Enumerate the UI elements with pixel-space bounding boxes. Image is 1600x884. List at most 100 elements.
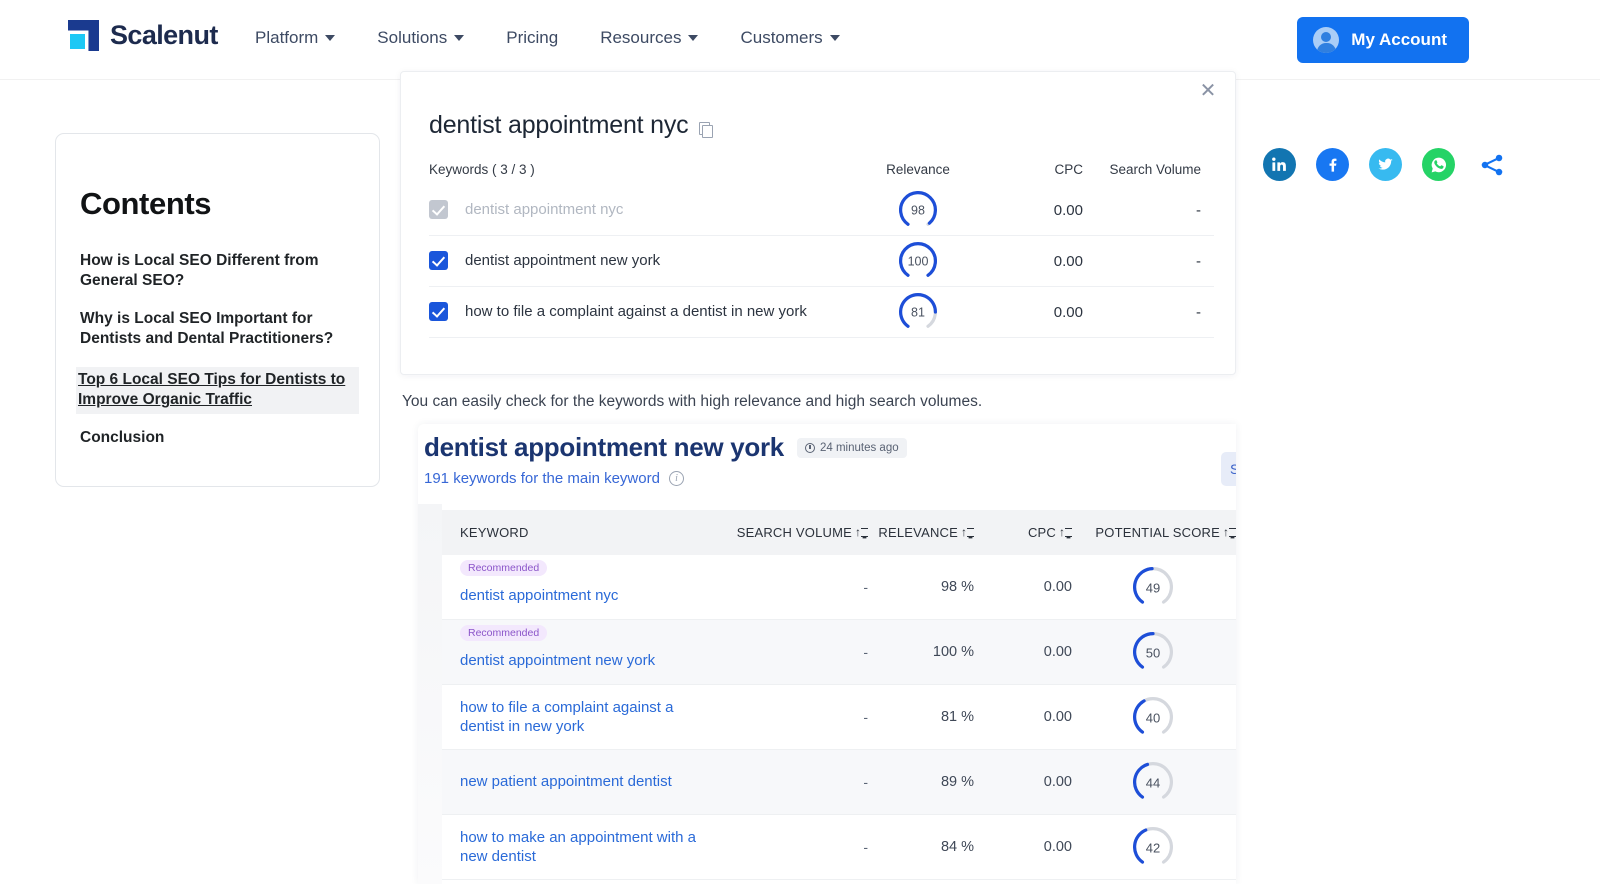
- header-search-volume[interactable]: SEARCH VOLUME: [720, 525, 868, 540]
- clock-icon: [804, 442, 815, 453]
- relevance-cell: 98: [863, 191, 973, 229]
- relevance-gauge: 98: [899, 191, 937, 229]
- keyword-link[interactable]: new patient appointment dentist: [442, 772, 720, 791]
- relevance-value: 98: [911, 203, 925, 218]
- keyword-results-panel: dentist appointment new york 24 minutes …: [418, 424, 1236, 884]
- potential-score-cell: 44: [1072, 762, 1236, 802]
- nav-link-label: Customers: [740, 28, 823, 47]
- relevance-cell: 100: [863, 242, 973, 280]
- sort-icon[interactable]: [855, 525, 868, 539]
- toc-item[interactable]: How is Local SEO Different from General …: [80, 251, 355, 292]
- search-volume-cell: -: [1196, 303, 1201, 321]
- cpc-cell: 0.00: [1053, 303, 1083, 321]
- col-keywords-count: Keywords ( 3 / 3 ): [429, 162, 535, 177]
- close-icon[interactable]: ✕: [1195, 78, 1221, 104]
- social-share-bar: [1263, 148, 1508, 181]
- results-subtitle-text: 191 keywords for the main keyword: [424, 470, 660, 487]
- relevance-cell: 84 %: [940, 839, 974, 855]
- cpc-cell: 0.00: [1053, 201, 1083, 219]
- my-account-button[interactable]: My Account: [1297, 17, 1469, 63]
- my-account-label: My Account: [1351, 30, 1447, 49]
- keyword-panel-title: dentist appointment nyc: [429, 111, 714, 140]
- chevron-down-icon: [454, 35, 465, 41]
- header-keyword-label: KEYWORD: [460, 525, 529, 540]
- relevance-cell: 100 %: [932, 644, 974, 660]
- keyword-checkbox[interactable]: [429, 251, 448, 271]
- contents-title: Contents: [80, 186, 212, 221]
- last-updated-chip: 24 minutes ago: [796, 437, 907, 458]
- keyword-link[interactable]: how to make an appointment with a new de…: [442, 828, 720, 866]
- header-relevance[interactable]: RELEVANCE: [868, 525, 974, 540]
- nav-link-customers[interactable]: Customers: [740, 28, 840, 48]
- cpc-cell: 0.00: [1043, 644, 1072, 660]
- relevance-cell: 98 %: [940, 579, 974, 595]
- keyword-checkbox[interactable]: [429, 302, 448, 322]
- search-volume-cell: -: [863, 644, 868, 660]
- nav-link-solutions[interactable]: Solutions: [377, 28, 465, 48]
- results-subtitle[interactable]: 191 keywords for the main keyword i: [424, 470, 684, 487]
- search-volume-cell: -: [863, 774, 868, 790]
- toc-item[interactable]: Why is Local SEO Important for Dentists …: [80, 309, 355, 350]
- facebook-icon[interactable]: [1316, 148, 1349, 181]
- cpc-cell: 0.00: [1043, 839, 1072, 855]
- nav-link-platform[interactable]: Platform: [255, 28, 336, 48]
- toc-item-active[interactable]: Top 6 Local SEO Tips for Dentists to Imp…: [76, 366, 359, 414]
- potential-score-gauge: 44: [1133, 762, 1173, 802]
- search-volume-cell: -: [1196, 201, 1201, 219]
- relevance-value: 81: [911, 305, 925, 320]
- scalenut-logo[interactable]: Scalenut: [68, 20, 218, 51]
- potential-score-value: 50: [1145, 645, 1161, 661]
- potential-score-gauge: 42: [1133, 827, 1173, 867]
- keyword-cell: dentist appointment nyc: [429, 199, 863, 220]
- header-potential-score-label: POTENTIAL SCORE: [1095, 525, 1220, 540]
- relevance-cell: 81 %: [940, 709, 974, 725]
- search-volume-cell: -: [863, 839, 868, 855]
- nav-link-pricing[interactable]: Pricing: [506, 28, 558, 48]
- last-updated-text: 24 minutes ago: [819, 441, 899, 454]
- linkedin-icon[interactable]: [1263, 148, 1296, 181]
- nav-link-label: Platform: [255, 28, 319, 47]
- side-action-button[interactable]: S: [1221, 452, 1236, 486]
- top-navigation-bar: Scalenut Platform Solutions Pricing Resourc…: [0, 0, 1600, 80]
- col-relevance: Relevance: [886, 162, 950, 177]
- chevron-down-icon: [688, 35, 699, 41]
- keyword-panel-column-headers: Keywords ( 3 / 3 ) Relevance CPC Search …: [429, 162, 1214, 177]
- copy-icon[interactable]: [699, 121, 714, 138]
- potential-score-cell: 49: [1072, 567, 1236, 607]
- table-row: how to file a complaint against a dentis…: [442, 685, 1236, 750]
- search-volume-cell: -: [863, 709, 868, 725]
- header-potential-score[interactable]: POTENTIAL SCORE: [1072, 525, 1236, 540]
- nav-link-resources[interactable]: Resources: [600, 28, 699, 48]
- results-table-body: Recommended dentist appointment nyc -98 % 0…: [442, 555, 1236, 880]
- keyword-panel-row: how to file a complaint against a dentis…: [429, 287, 1214, 338]
- results-table: KEYWORD SEARCH VOLUME RELEVANCE CPC POTE…: [442, 510, 1236, 884]
- keyword-cell: how to file a complaint against a dentis…: [429, 301, 863, 322]
- sort-icon[interactable]: [1223, 525, 1236, 539]
- table-row: Recommended dentist appointment nyc -98 % 0…: [442, 555, 1236, 620]
- keyword-checkbox: [429, 200, 448, 220]
- keyword-label: dentist appointment new york: [465, 252, 661, 270]
- whatsapp-icon[interactable]: [1422, 148, 1455, 181]
- share-icon[interactable]: [1475, 148, 1508, 181]
- header-cpc[interactable]: CPC: [974, 525, 1072, 540]
- info-icon[interactable]: i: [668, 471, 684, 486]
- nav-link-label: Resources: [600, 28, 682, 47]
- potential-score-value: 49: [1145, 580, 1161, 596]
- results-header: dentist appointment new york 24 minutes …: [424, 432, 907, 463]
- nav-link-label: Solutions: [377, 28, 448, 47]
- potential-score-value: 44: [1145, 775, 1161, 791]
- toc-item[interactable]: Conclusion: [80, 428, 355, 448]
- keyword-link[interactable]: how to file a complaint against a dentis…: [442, 698, 720, 736]
- potential-score-cell: 42: [1072, 827, 1236, 867]
- sort-icon[interactable]: [1059, 525, 1072, 539]
- relevance-cell: 81: [863, 293, 973, 331]
- keyword-label: dentist appointment nyc: [465, 201, 624, 219]
- twitter-icon[interactable]: [1369, 148, 1402, 181]
- header-keyword[interactable]: KEYWORD: [442, 525, 720, 540]
- search-volume-cell: -: [863, 579, 868, 595]
- keyword-panel-row: dentist appointment nyc 98 0.00 -: [429, 185, 1214, 236]
- relevance-cell: 89 %: [940, 774, 974, 790]
- table-row: new patient appointment dentist - 89 % 0.00…: [442, 750, 1236, 815]
- sort-icon[interactable]: [961, 525, 974, 539]
- potential-score-gauge: 40: [1133, 697, 1173, 737]
